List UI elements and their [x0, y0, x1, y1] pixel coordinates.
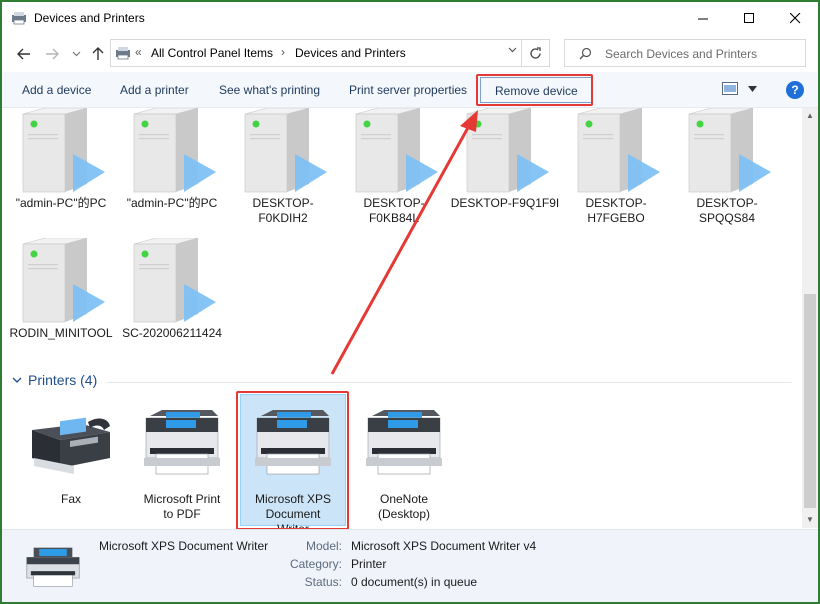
devices-content: "admin-PC"的PC "admin-PC"的PC DESKTOP-F0KDIH… [2, 108, 802, 528]
computer-icon [133, 108, 216, 193]
back-button[interactable] [14, 44, 34, 64]
computer-icon [466, 108, 549, 193]
recent-locations-button[interactable] [66, 44, 86, 64]
printers-group-header[interactable]: Printers (4) [12, 372, 97, 388]
device-item[interactable]: DESKTOP-F0KDIH2 [228, 108, 338, 226]
arrow-up-icon [92, 47, 104, 60]
breadcrumb-overflow[interactable]: « [135, 45, 142, 59]
device-label: "admin-PC"的PC [126, 196, 218, 210]
device-label: RODIN_MINITOOL [9, 326, 113, 340]
add-printer-button[interactable]: Add a printer [120, 83, 189, 97]
breadcrumb-devices-and-printers[interactable]: Devices and Printers [295, 46, 406, 60]
computer-icon [688, 108, 771, 193]
device-label: DESKTOP-F0KB84L [363, 196, 425, 225]
scroll-thumb[interactable] [804, 294, 816, 508]
printer-icon [366, 410, 442, 475]
details-status-value: 0 document(s) in queue [351, 575, 478, 589]
devices-printers-window: Devices and Printers « All Control Panel… [0, 0, 820, 604]
navigation-bar: « All Control Panel Items › Devices and … [2, 36, 818, 70]
change-view-button[interactable] [722, 82, 757, 95]
refresh-icon [530, 46, 541, 59]
minimize-icon [697, 18, 708, 19]
chevron-down-icon [748, 85, 757, 92]
printer-label: Microsoft Print to PDF [143, 492, 221, 521]
printer-item-selected[interactable]: Microsoft XPS Document Writer [238, 396, 348, 528]
chevron-down-icon [12, 377, 22, 383]
chevron-down-icon [72, 51, 80, 57]
fax-icon [32, 417, 110, 474]
search-placeholder: Search Devices and Printers [605, 47, 758, 61]
forward-button[interactable] [42, 44, 62, 64]
printer-label: OneNote (Desktop) [377, 492, 430, 521]
window-title: Devices and Printers [34, 11, 145, 25]
details-model-label: Model: [305, 539, 342, 553]
view-options-icon [722, 82, 738, 95]
computer-icon [22, 108, 105, 193]
chevron-down-icon [508, 47, 516, 53]
printers-group-title: Printers (4) [28, 372, 98, 388]
address-dropdown[interactable] [503, 44, 521, 62]
details-pane: Microsoft XPS Document Writer Model: Mic… [2, 529, 818, 602]
device-item[interactable]: DESKTOP-H7FGEBO [561, 108, 671, 226]
computer-icon [133, 238, 216, 323]
print-server-properties-button[interactable]: Print server properties [349, 83, 467, 97]
device-label: DESKTOP-H7FGEBO [585, 196, 647, 225]
see-whats-printing-button[interactable]: See what's printing [219, 83, 320, 97]
device-label: DESKTOP-SPQQS84 [696, 196, 758, 225]
close-button[interactable] [772, 2, 818, 34]
device-label: DESKTOP-F9Q1F9I [450, 196, 560, 210]
printer-icon [255, 410, 331, 475]
device-item[interactable]: DESKTOP-SPQQS84 [672, 108, 782, 226]
close-icon [789, 12, 800, 23]
printer-icon [144, 410, 220, 475]
help-button[interactable]: ? [786, 81, 804, 99]
computer-icon [22, 238, 105, 323]
printer-item[interactable]: Microsoft Print to PDF [127, 396, 237, 522]
maximize-icon [743, 12, 754, 23]
details-category-label: Category: [289, 557, 342, 571]
refresh-button[interactable] [521, 40, 549, 66]
command-bar: Add a device Add a printer See what's pr… [2, 72, 818, 108]
search-icon [579, 47, 592, 60]
control-panel-icon [116, 47, 130, 60]
printer-item[interactable]: Fax [16, 396, 126, 507]
device-label: SC-202006211424 [122, 326, 222, 340]
details-category-value: Printer [351, 557, 387, 571]
remove-device-button[interactable]: Remove device [480, 77, 593, 103]
device-label: "admin-PC"的PC [15, 196, 107, 210]
maximize-button[interactable] [726, 2, 772, 34]
breadcrumb-all-control-panel-items[interactable]: All Control Panel Items [151, 46, 273, 60]
devices-printers-icon [12, 12, 26, 25]
group-divider [106, 382, 792, 383]
device-item[interactable]: DESKTOP-F9Q1F9I [450, 108, 560, 211]
device-item[interactable]: RODIN_MINITOOL [6, 238, 116, 341]
breadcrumb-separator[interactable]: › [281, 45, 285, 59]
computer-icon [355, 108, 438, 193]
scroll-up-arrow[interactable]: ▲ [802, 108, 818, 124]
vertical-scrollbar[interactable]: ▲ ▼ [802, 108, 818, 528]
device-item[interactable]: DESKTOP-F0KB84L [339, 108, 449, 226]
arrow-left-icon [17, 48, 30, 60]
printer-item[interactable]: OneNote (Desktop) [349, 396, 459, 522]
address-bar[interactable]: « All Control Panel Items › Devices and … [110, 39, 550, 67]
scroll-down-arrow[interactable]: ▼ [802, 512, 818, 528]
computer-icon [244, 108, 327, 193]
add-device-button[interactable]: Add a device [22, 83, 91, 97]
printer-icon [26, 547, 80, 587]
computer-icon [577, 108, 660, 193]
device-item[interactable]: "admin-PC"的PC [117, 108, 227, 211]
printer-label: Fax [60, 492, 81, 506]
search-box[interactable]: Search Devices and Printers [564, 39, 806, 67]
details-model-value: Microsoft XPS Document Writer v4 [351, 539, 537, 553]
minimize-button[interactable] [680, 2, 726, 34]
device-label: DESKTOP-F0KDIH2 [252, 196, 314, 225]
details-status-label: Status: [304, 575, 342, 589]
up-button[interactable] [88, 44, 108, 64]
arrow-right-icon [46, 48, 59, 60]
device-item[interactable]: "admin-PC"的PC [6, 108, 116, 211]
printer-label: Microsoft XPS Document Writer [254, 492, 332, 528]
title-bar: Devices and Printers [2, 2, 818, 34]
device-item[interactable]: SC-202006211424 [117, 238, 227, 341]
